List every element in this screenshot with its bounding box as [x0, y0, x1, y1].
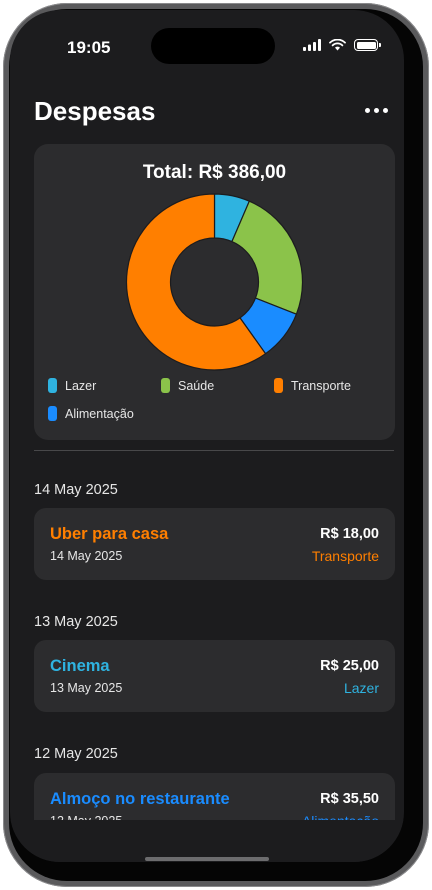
section-header: 13 May 2025: [34, 614, 118, 630]
donut-chart: [125, 193, 304, 371]
section-header: 12 May 2025: [34, 746, 118, 762]
legend-label: Alimentação: [65, 406, 134, 421]
section-header: 14 May 2025: [34, 482, 118, 498]
expense-title: Almoço no restaurante: [50, 790, 230, 808]
legend-item: Transporte: [274, 378, 351, 393]
dynamic-island: [151, 28, 275, 64]
legend-swatch: [161, 378, 170, 393]
expense-row[interactable]: Cinema 13 May 2025 R$ 25,00 Lazer: [34, 640, 395, 712]
expense-category: Transporte: [311, 548, 379, 564]
legend-swatch: [48, 406, 57, 421]
expense-amount: R$ 18,00: [320, 526, 379, 542]
home-indicator[interactable]: [145, 857, 269, 861]
status-icons: [303, 39, 381, 51]
legend-label: Lazer: [65, 378, 97, 393]
legend-item: Saúde: [161, 378, 214, 393]
ellipsis-icon: [373, 107, 379, 113]
status-time: 19:05: [67, 38, 111, 57]
legend-swatch: [48, 378, 57, 393]
ellipsis-icon: [382, 107, 388, 113]
legend-label: Saúde: [178, 378, 215, 393]
more-options-button[interactable]: [362, 102, 390, 118]
expense-category: Lazer: [343, 680, 379, 696]
battery-icon: [354, 39, 381, 51]
legend-item: Alimentação: [48, 406, 134, 421]
expense-date: 13 May 2025: [50, 681, 123, 695]
expense-amount: R$ 35,50: [320, 791, 379, 807]
donut-slice: [231, 200, 304, 315]
signal-icon: [303, 39, 321, 51]
expense-title: Uber para casa: [50, 525, 169, 543]
page-title: Despesas: [34, 96, 156, 126]
legend-label: Transporte: [291, 378, 351, 393]
legend-swatch: [274, 378, 283, 393]
section-divider: [34, 450, 394, 451]
app-screen: 19:05 Despesas Total: R$ 386,00 Lazer Saú…: [10, 10, 404, 862]
legend-item: Lazer: [48, 378, 96, 393]
chart-card: Total: R$ 386,00 Lazer Saúde Transporte Ali…: [34, 144, 395, 440]
expense-title: Cinema: [50, 657, 110, 675]
expense-date: 14 May 2025: [50, 549, 123, 563]
expense-row[interactable]: Uber para casa 14 May 2025 R$ 18,00 Transpo…: [34, 508, 395, 580]
bottom-safe-area: [10, 820, 404, 862]
expense-amount: R$ 25,00: [320, 658, 379, 674]
ellipsis-icon: [364, 107, 370, 113]
wifi-icon: [329, 39, 346, 51]
